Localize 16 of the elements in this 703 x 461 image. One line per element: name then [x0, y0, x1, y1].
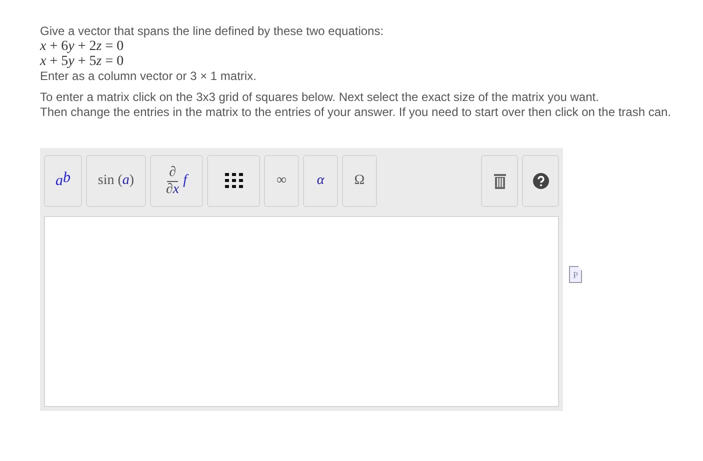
help-button[interactable] — [522, 155, 559, 207]
question-prompt: Give a vector that spans the line defined by these two equations: — [40, 24, 385, 39]
equation: x + 5y + 5z = 0 — [40, 54, 125, 69]
instruction-text: To enter a matrix click on the 3x3 grid of squares below. Next select the exact size of the matrix you want. — [40, 90, 600, 105]
trash-icon — [494, 174, 506, 188]
help-icon — [532, 173, 548, 189]
instruction-text: Then change the entries in the matrix to the entries of your answer. If you need to start over then click on the trash can. — [40, 105, 672, 120]
grid-icon — [224, 173, 242, 189]
trash-button[interactable] — [481, 155, 518, 207]
symbol-button[interactable]: sin (a) — [86, 155, 146, 207]
symbol-button[interactable]: Ω — [342, 155, 377, 207]
symbol-button[interactable]: ∞ — [264, 155, 299, 207]
symbol-button[interactable]: α — [303, 155, 338, 207]
equation: x + 6y + 2z = 0 — [40, 39, 125, 54]
format-note: Enter as a column vector or 3 × 1 matrix. — [40, 69, 258, 84]
matrix-button[interactable] — [207, 155, 260, 207]
